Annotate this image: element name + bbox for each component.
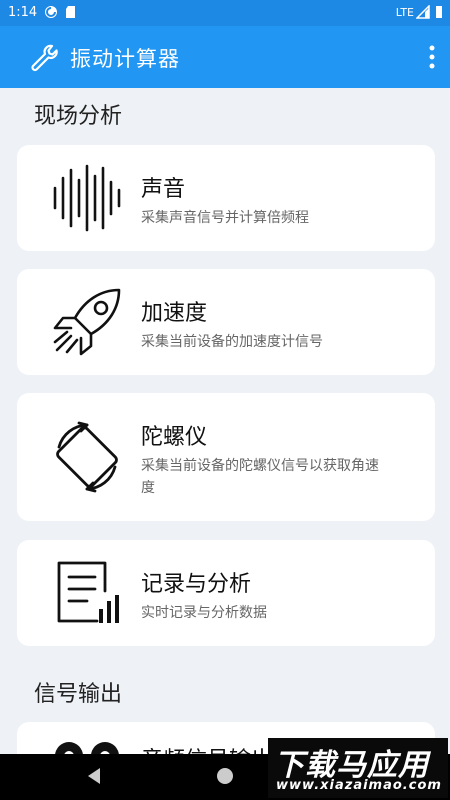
rocket-icon xyxy=(53,288,121,356)
signal-icon xyxy=(416,5,430,19)
home-icon[interactable] xyxy=(216,767,234,785)
card-sound-desc: 采集声音信号并计算倍频程 xyxy=(141,210,309,226)
screen-rotation-icon xyxy=(56,421,118,493)
sd-card-icon xyxy=(66,6,75,18)
card-record-analysis-desc: 实时记录与分析数据 xyxy=(141,605,267,621)
card-sound[interactable]: 声音 采集声音信号并计算倍频程 xyxy=(17,145,435,251)
earbuds-icon xyxy=(55,742,119,754)
status-time: 1:14 xyxy=(8,5,38,20)
watermark-url: www.xiazaimao.com xyxy=(276,778,442,793)
card-record-analysis-title: 记录与分析 xyxy=(141,572,252,597)
wrench-icon xyxy=(31,44,58,72)
card-record-analysis[interactable]: 记录与分析 实时记录与分析数据 xyxy=(17,540,435,646)
section-title-field-analysis: 现场分析 xyxy=(34,104,123,129)
card-acceleration-title: 加速度 xyxy=(141,301,208,326)
card-acceleration-desc: 采集当前设备的加速度计信号 xyxy=(141,334,323,350)
card-gyroscope-title: 陀螺仪 xyxy=(141,425,208,450)
more-vert-icon[interactable] xyxy=(428,44,436,70)
network-type: LTE xyxy=(395,6,414,19)
card-gyroscope-desc: 采集当前设备的陀螺仪信号以获取角速度 xyxy=(141,458,379,496)
report-chart-icon xyxy=(57,561,119,623)
status-bar: 1:14 LTE xyxy=(0,0,450,26)
back-icon[interactable] xyxy=(86,767,102,785)
app-title: 振动计算器 xyxy=(70,47,180,71)
card-sound-title: 声音 xyxy=(141,177,186,202)
card-gyroscope[interactable]: 陀螺仪 采集当前设备的陀螺仪信号以获取角速度 xyxy=(17,393,435,521)
app-bar: 振动计算器 xyxy=(0,26,450,88)
card-audio-output-title: 音频信号输出 xyxy=(141,742,273,754)
battery-icon xyxy=(436,6,442,18)
watermark: 下载马应用 www.xiazaimao.com xyxy=(268,738,448,798)
sync-icon xyxy=(45,6,57,18)
main-content[interactable]: 现场分析 声音 采集声音信号并计算倍频程 加速度 采集当前设备的加速度计信号 陀… xyxy=(0,88,450,754)
sound-wave-icon xyxy=(53,164,121,232)
card-acceleration[interactable]: 加速度 采集当前设备的加速度计信号 xyxy=(17,269,435,375)
section-title-signal-output: 信号输出 xyxy=(34,682,123,707)
